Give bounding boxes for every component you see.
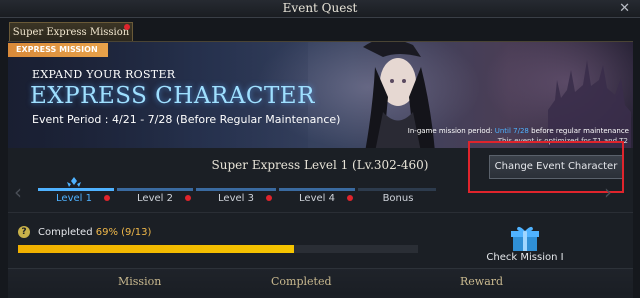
express-mission-badge: EXPRESS MISSION bbox=[8, 43, 108, 57]
check-mission-button[interactable]: Check Mission I bbox=[480, 252, 570, 263]
completion-label: Completed bbox=[38, 227, 93, 238]
progress-fill bbox=[18, 245, 294, 253]
step-bonus[interactable]: Bonus bbox=[360, 193, 436, 204]
event-banner: EXPRESS MISSION EXPAND YOUR ROSTER EXPRE… bbox=[8, 42, 633, 148]
notification-dot-icon bbox=[104, 195, 110, 201]
banner-title: EXPRESS CHARACTER bbox=[30, 83, 315, 109]
notification-dot-icon bbox=[347, 195, 353, 201]
tab-label: Super Express Mission bbox=[12, 27, 130, 38]
completion-status: Completed 69% (9/13) bbox=[38, 227, 151, 238]
column-header-completed: Completed bbox=[271, 275, 332, 288]
ingame-period-suffix: before regular maintenance bbox=[531, 127, 629, 135]
highlight-box bbox=[468, 141, 624, 193]
current-level-icon bbox=[67, 177, 81, 187]
ingame-period-date: Until 7/28 bbox=[494, 127, 529, 135]
step-bar-level-3 bbox=[196, 188, 276, 191]
next-arrow-icon[interactable]: › bbox=[604, 180, 612, 204]
column-header-reward: Reward bbox=[460, 275, 504, 288]
step-level-4[interactable]: Level 4 bbox=[279, 193, 355, 204]
ingame-period: In-game mission period: Until 7/28 befor… bbox=[408, 127, 629, 135]
step-bar-level-2 bbox=[117, 188, 193, 191]
banner-subtitle: EXPAND YOUR ROSTER bbox=[32, 68, 176, 81]
help-icon[interactable]: ? bbox=[18, 226, 30, 238]
event-period: Event Period : 4/21 - 7/28 (Before Regul… bbox=[32, 113, 341, 126]
notification-dot-icon bbox=[185, 195, 191, 201]
window-titlebar: Event Quest ✕ bbox=[0, 0, 640, 18]
gift-icon[interactable] bbox=[510, 224, 540, 252]
step-level-2[interactable]: Level 2 bbox=[117, 193, 193, 204]
step-bar-bonus bbox=[358, 188, 436, 191]
window-title: Event Quest bbox=[282, 1, 358, 15]
prev-arrow-icon[interactable]: ‹ bbox=[14, 180, 22, 204]
notification-dot-icon bbox=[266, 195, 272, 201]
close-icon[interactable]: ✕ bbox=[619, 1, 630, 16]
step-level-1[interactable]: Level 1 bbox=[36, 193, 112, 204]
ingame-period-prefix: In-game mission period: bbox=[407, 127, 493, 135]
tab-super-express-mission[interactable]: Super Express Mission bbox=[9, 22, 133, 42]
notification-dot-icon bbox=[124, 24, 130, 30]
progress-bar bbox=[18, 245, 418, 253]
divider bbox=[8, 212, 633, 213]
step-level-3[interactable]: Level 3 bbox=[198, 193, 274, 204]
column-header-mission: Mission bbox=[118, 275, 162, 288]
step-bar-level-4 bbox=[279, 188, 355, 191]
completion-percent: 69% (9/13) bbox=[95, 227, 152, 238]
step-bar-level-1 bbox=[38, 188, 114, 191]
